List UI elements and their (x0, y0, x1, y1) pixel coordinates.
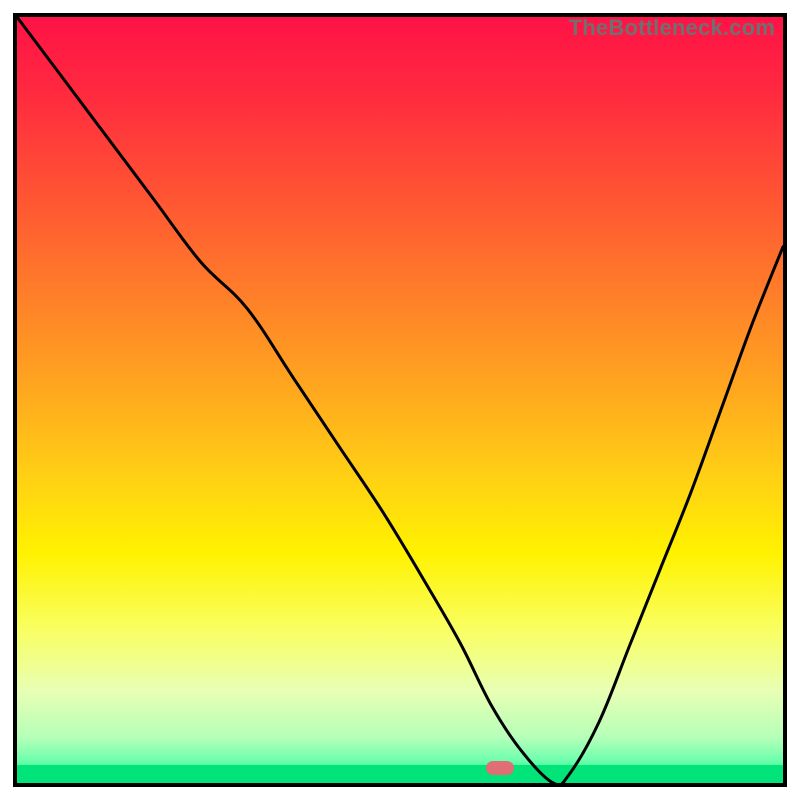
watermark-text: TheBottleneck.com (569, 15, 775, 41)
bottleneck-curve (17, 17, 783, 783)
optimal-marker (486, 761, 514, 775)
chart-frame: TheBottleneck.com (13, 13, 787, 787)
